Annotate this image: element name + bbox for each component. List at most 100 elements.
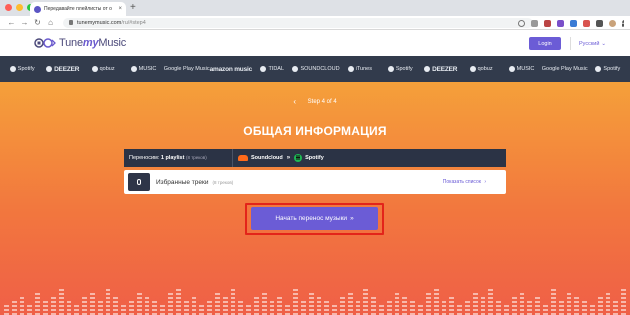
soundcloud-icon — [292, 66, 299, 72]
equalizer-bar — [58, 289, 64, 315]
spotify-icon — [387, 66, 394, 72]
equalizer-bar — [582, 301, 587, 315]
playlist-name: Избранные треки — [156, 178, 209, 186]
language-select[interactable]: Русский ⌄ — [570, 37, 606, 50]
double-chevron-icon: » — [350, 215, 354, 222]
extension-icon[interactable] — [544, 19, 551, 27]
equalizer-bar — [566, 293, 572, 315]
service-label: TIDAL — [268, 66, 285, 72]
equalizer-bar — [535, 297, 541, 315]
reload-button[interactable]: ↻ — [31, 18, 44, 28]
arrow-icon: » — [286, 155, 291, 161]
equalizer-bar — [230, 289, 236, 315]
equalizer-bar — [35, 293, 41, 315]
service-logo: TIDAL — [252, 66, 292, 72]
chevron-down-icon: ⌄ — [601, 40, 607, 47]
service-logo: amazon music — [210, 66, 253, 73]
equalizer-bar — [105, 289, 111, 315]
equalizer-bar — [363, 289, 369, 315]
step-indicator: ‹ Step 4 of 4 — [0, 97, 630, 106]
equalizer-bar — [222, 297, 228, 315]
equalizer-bar — [293, 289, 298, 315]
list-item: Избранные треки (8 треков) Показать спис… — [124, 170, 506, 194]
equalizer-bar — [97, 301, 103, 315]
equalizer-bar — [402, 297, 408, 315]
service-label: DEEZER — [432, 65, 458, 73]
apple-icon — [508, 66, 515, 72]
spotify-icon — [9, 66, 16, 72]
minimize-window-button[interactable] — [16, 4, 23, 11]
service-logo: SOUNDCLOUD — [292, 66, 340, 72]
equalizer-bar — [285, 305, 291, 315]
tab-title: Передавайте плейлисты от о — [44, 6, 112, 12]
chevron-left-icon[interactable]: ‹ — [293, 97, 296, 106]
playlist-track-count: (8 треков) — [212, 179, 234, 185]
spotify-icon — [595, 66, 602, 72]
puzzle-icon[interactable] — [596, 19, 603, 27]
service-label: qobuz — [99, 66, 115, 72]
login-button[interactable]: Login — [529, 37, 561, 50]
equalizer-bar — [246, 305, 251, 315]
new-tab-button[interactable]: + — [130, 2, 136, 14]
qobuz-icon — [469, 66, 476, 72]
start-transfer-button[interactable]: Начать перенос музыки » — [251, 207, 378, 230]
equalizer-bar — [261, 293, 267, 315]
equalizer-bar — [519, 293, 525, 315]
browser-tab-bar: Передавайте плейлисты от о × + — [0, 0, 630, 16]
forward-button[interactable]: → — [18, 18, 31, 28]
service-label: Spotify — [395, 66, 413, 72]
equalizer-bar — [238, 301, 244, 315]
service-label: Google Play Music — [541, 66, 588, 72]
language-label: Русский — [579, 40, 600, 47]
menu-icon[interactable] — [622, 19, 624, 27]
url-input[interactable]: tunemymusic.com/ru/#step4 — [63, 17, 533, 28]
avatar[interactable] — [609, 19, 616, 27]
service-label: SOUNDCLOUD — [300, 66, 340, 72]
equalizer-bar — [410, 301, 416, 315]
equalizer-bar — [550, 289, 556, 315]
extensions-toolbar — [518, 17, 624, 29]
equalizer-bar — [605, 293, 611, 315]
extension-icon[interactable] — [570, 19, 577, 27]
equalizer-bar — [386, 301, 392, 315]
equalizer-bar — [74, 305, 80, 315]
equalizer-bar — [316, 297, 322, 315]
logo[interactable]: TunemyMusic — [34, 36, 126, 50]
browser-tab[interactable]: Передавайте плейлисты от о × — [30, 2, 126, 16]
equalizer-bar — [269, 301, 275, 315]
equalizer-bar — [308, 293, 314, 315]
microphone-icon — [137, 179, 141, 185]
apple-icon — [347, 66, 354, 72]
equalizer-bar — [418, 305, 423, 315]
close-window-button[interactable] — [5, 4, 12, 11]
equalizer-bar — [347, 293, 353, 315]
equalizer-bar — [214, 293, 220, 315]
home-button[interactable]: ⌂ — [44, 18, 57, 28]
tab-close-icon[interactable]: × — [118, 6, 122, 12]
equalizer-bar — [152, 301, 158, 315]
equalizer-bar — [425, 293, 431, 315]
spotify-icon — [294, 154, 303, 162]
service-label: iTunes — [355, 66, 372, 72]
extension-icon[interactable] — [583, 19, 590, 27]
back-button[interactable]: ← — [5, 18, 18, 28]
extension-icon[interactable] — [531, 19, 538, 27]
star-icon[interactable] — [518, 19, 525, 27]
deezer-icon — [46, 66, 53, 72]
show-list-link[interactable]: Показать список › — [443, 179, 486, 185]
equalizer-bar — [207, 301, 212, 315]
favicon-icon — [34, 5, 41, 13]
extension-icon[interactable] — [557, 19, 564, 27]
equalizer-bar — [433, 289, 439, 315]
url-text: tunemymusic.com/ru/#step4 — [77, 19, 146, 26]
equalizer-bar — [82, 297, 87, 315]
service-logo: Google Play Music — [164, 66, 210, 72]
equalizer-bar — [504, 305, 509, 315]
equalizer-bar — [371, 297, 376, 315]
service-label: Google Play Music — [163, 66, 210, 72]
transfer-count: Переносим: 1 playlist (8 треков) — [129, 155, 207, 161]
equalizer-bar — [254, 297, 259, 315]
transfer-summary: Переносим: 1 playlist (8 треков) Soundcl… — [124, 149, 506, 167]
chevron-right-icon: › — [484, 179, 486, 185]
equalizer-bar — [472, 293, 478, 315]
